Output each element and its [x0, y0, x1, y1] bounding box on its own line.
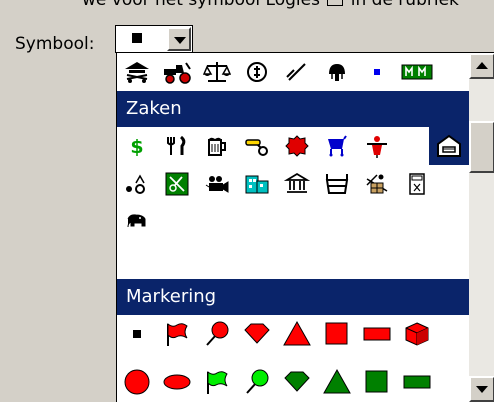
symbol-row [117, 363, 469, 401]
red-diamond-icon[interactable] [237, 315, 277, 353]
category-header-business: Zaken [117, 91, 469, 127]
elephant-icon[interactable] [117, 203, 157, 241]
scroll-thumb[interactable] [469, 121, 494, 173]
green-diamond-icon[interactable] [277, 363, 317, 401]
chevron-down-icon [174, 37, 186, 44]
green-flag-icon[interactable] [197, 363, 237, 401]
instruction-text: we voor het symbool Logies in de rubriek [82, 0, 494, 13]
tractor-icon[interactable] [157, 53, 197, 91]
calculator-icon[interactable] [397, 165, 437, 203]
farm-icon[interactable] [117, 53, 157, 91]
symbol-row [117, 165, 469, 203]
shopping-cart-icon[interactable] [317, 127, 357, 165]
tree-icon[interactable] [317, 53, 357, 91]
current-symbol-icon [132, 33, 142, 43]
red-pin-icon[interactable] [197, 315, 237, 353]
category-header-marker: Markering [117, 279, 469, 315]
red-seal-icon[interactable] [277, 127, 317, 165]
symbol-row: $ [117, 127, 469, 165]
recycle-icon[interactable] [157, 165, 197, 203]
red-cube-icon[interactable] [397, 315, 437, 353]
symbol-picker[interactable] [115, 25, 193, 53]
green-pin-icon[interactable] [237, 363, 277, 401]
green-square-icon[interactable] [357, 363, 397, 401]
red-triangle-icon[interactable] [277, 315, 317, 353]
green-rectangle-icon[interactable] [397, 363, 437, 401]
red-rectangle-icon[interactable] [357, 315, 397, 353]
lodging-icon[interactable] [429, 127, 469, 165]
chevron-down-icon [476, 386, 488, 393]
coin-icon[interactable] [237, 53, 277, 91]
scroll-up-button[interactable] [469, 53, 494, 79]
pen-icon[interactable] [277, 53, 317, 91]
red-square-icon[interactable] [317, 315, 357, 353]
svg-text:$: $ [130, 136, 143, 158]
lodging-symbol-icon [327, 0, 344, 6]
scroll-down-button[interactable] [469, 376, 494, 402]
key-icon[interactable] [237, 127, 277, 165]
restaurant-icon[interactable] [157, 127, 197, 165]
symbol-row [117, 53, 469, 91]
vertical-scrollbar[interactable] [469, 53, 494, 402]
construction-icon[interactable] [357, 165, 397, 203]
mm-sign-icon[interactable] [397, 53, 437, 91]
basket-icon[interactable] [317, 165, 357, 203]
instruction-text-before: we voor het symbool Logies [82, 0, 320, 10]
green-triangle-icon[interactable] [317, 363, 357, 401]
scales-icon[interactable] [197, 53, 237, 91]
film-camera-icon[interactable] [197, 165, 237, 203]
bank-icon[interactable] [277, 165, 317, 203]
symbol-row [117, 203, 469, 241]
red-circle-icon[interactable] [117, 363, 157, 401]
chevron-up-icon [476, 62, 488, 69]
symbol-dropdown-list[interactable]: Zaken $ Markering [116, 52, 494, 402]
black-square-marker-icon[interactable] [117, 315, 157, 353]
building-icon[interactable] [237, 165, 277, 203]
symbol-label: Symbool: [15, 34, 95, 54]
red-figure-icon[interactable] [357, 127, 397, 165]
red-ellipse-icon[interactable] [157, 363, 197, 401]
instruction-text-after: in de rubriek [350, 0, 459, 10]
symbol-row [117, 315, 469, 353]
beer-mug-icon[interactable] [197, 127, 237, 165]
small-blue-square-icon[interactable] [357, 53, 397, 91]
red-flag-icon[interactable] [157, 315, 197, 353]
dollar-icon[interactable]: $ [117, 127, 157, 165]
sound-icon[interactable] [117, 165, 157, 203]
symbol-dropdown-button[interactable] [167, 27, 191, 51]
